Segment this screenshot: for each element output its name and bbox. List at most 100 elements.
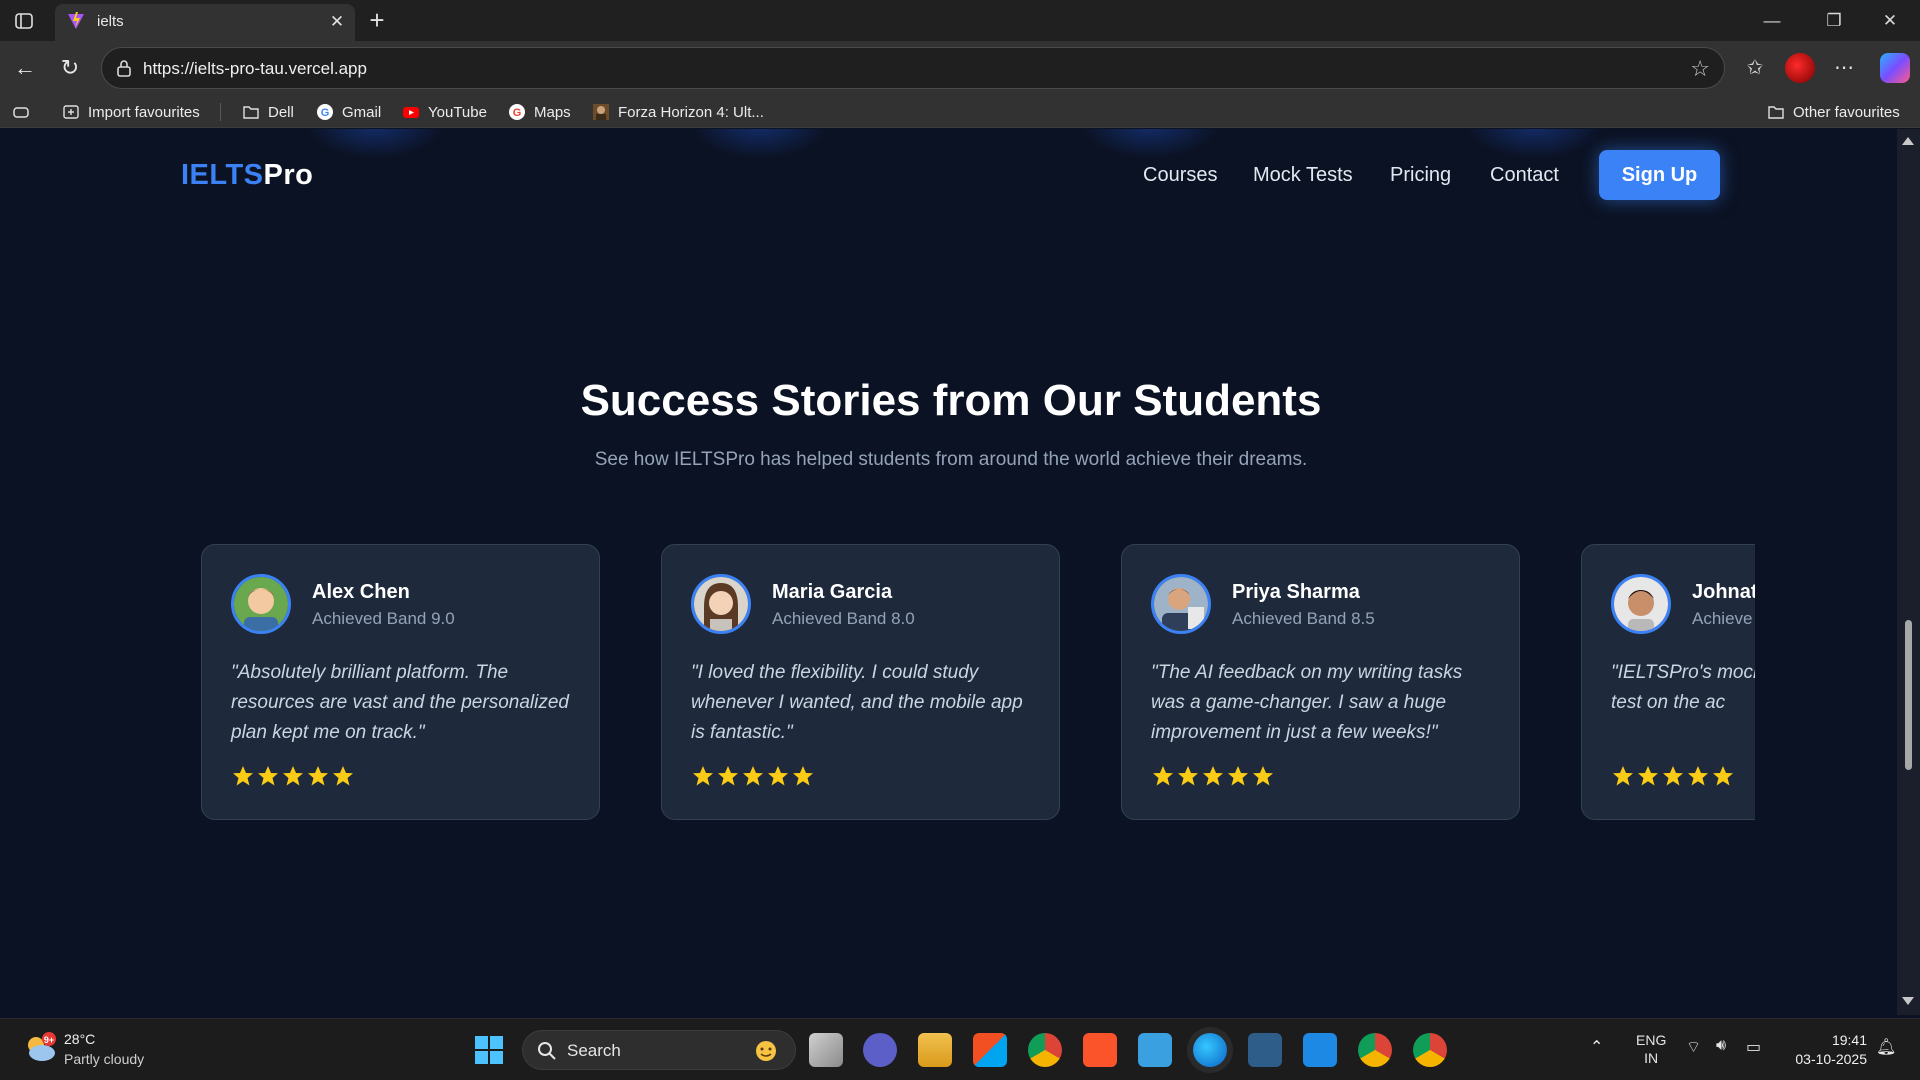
- chrome-icon[interactable]: [1028, 1033, 1062, 1067]
- file-explorer-icon[interactable]: [918, 1033, 952, 1067]
- sun-icon: [756, 1041, 776, 1061]
- nav-courses[interactable]: Courses: [1143, 164, 1217, 187]
- show-hidden-icons-icon[interactable]: ⌃: [1590, 1037, 1603, 1057]
- site-info-icon[interactable]: [114, 58, 134, 78]
- bookmark-label: Forza Horizon 4: Ult...: [618, 103, 764, 121]
- bookmark-maps[interactable]: G Maps: [508, 100, 571, 124]
- star-rating: [691, 764, 815, 788]
- tab-actions-icon[interactable]: [11, 9, 37, 33]
- close-tab-icon[interactable]: ✕: [325, 10, 349, 34]
- star-icon: [1663, 766, 1683, 786]
- star-icon: [1638, 766, 1658, 786]
- back-icon[interactable]: ←: [10, 53, 40, 83]
- bookmark-gmail[interactable]: G Gmail: [316, 100, 381, 124]
- star-icon: [743, 766, 763, 786]
- microsoft-store-icon[interactable]: [973, 1033, 1007, 1067]
- star-icon: [1688, 766, 1708, 786]
- section-title: Success Stories from Our Students: [580, 376, 1322, 425]
- chrome-profile-icon[interactable]: [1413, 1033, 1447, 1067]
- close-window-icon[interactable]: ✕: [1874, 8, 1906, 34]
- notification-badge: 9+: [44, 1035, 54, 1045]
- app-icon[interactable]: [1248, 1033, 1282, 1067]
- notepad-icon[interactable]: [1138, 1033, 1172, 1067]
- notifications-icon[interactable]: 🔔︎: [1876, 1037, 1896, 1057]
- star-icon: [793, 766, 813, 786]
- meet-icon[interactable]: [863, 1033, 897, 1067]
- bookmarks-bar: Import favourites Dell G Gmail YouTube G…: [0, 95, 1920, 128]
- favourite-star-icon[interactable]: ☆: [1690, 56, 1710, 82]
- nav-contact[interactable]: Contact: [1490, 164, 1559, 187]
- avatar: [1151, 574, 1211, 634]
- site-logo[interactable]: IELTSPro: [181, 159, 313, 192]
- page-viewport: IELTSPro Courses Mock Tests Pricing Cont…: [5, 129, 1897, 1015]
- tab-title: ielts: [97, 13, 124, 30]
- page-scrollbar[interactable]: [1897, 129, 1920, 1015]
- bookmark-dell[interactable]: Dell: [242, 100, 294, 124]
- star-icon: [233, 766, 253, 786]
- testimonial-quote: "I loved the flexibility. I could study …: [691, 662, 1023, 743]
- avatar: [1611, 574, 1671, 634]
- edge-icon[interactable]: [1193, 1033, 1227, 1067]
- sign-up-button[interactable]: Sign Up: [1599, 150, 1720, 200]
- star-icon: [333, 766, 353, 786]
- browser-toolbar: ← ↻ https://ielts-pro-tau.vercel.app ☆ ✩…: [0, 41, 1920, 95]
- browser-tab[interactable]: ielts ✕: [55, 4, 355, 41]
- bookmark-forza[interactable]: Forza Horizon 4: Ult...: [592, 100, 764, 124]
- testimonial-carousel: Alex Chen Achieved Band 9.0 "Absolutely …: [195, 542, 1755, 842]
- import-icon: [63, 105, 79, 119]
- more-icon[interactable]: ⋯: [1829, 53, 1859, 83]
- testimonial-card: Maria Garcia Achieved Band 8.0 "I loved …: [661, 544, 1060, 820]
- new-tab-icon[interactable]: +: [363, 7, 391, 34]
- star-rating: [1151, 764, 1275, 788]
- star-icon: [1203, 766, 1223, 786]
- restore-icon[interactable]: ❐: [1818, 8, 1850, 34]
- weather-icon[interactable]: 9+: [22, 1031, 58, 1067]
- bookmark-import-favourites[interactable]: Import favourites: [62, 100, 200, 124]
- section-subtitle: See how IELTSPro has helped students fro…: [594, 449, 1308, 470]
- favourites-icon[interactable]: ✩: [1740, 53, 1770, 83]
- profile-avatar[interactable]: [1785, 53, 1815, 83]
- brave-icon[interactable]: [1083, 1033, 1117, 1067]
- bookmark-label: Maps: [534, 103, 571, 121]
- logo-text-ielts: IELTS: [181, 159, 264, 191]
- weather-temperature: 28°C: [64, 1031, 96, 1047]
- bookmark-youtube[interactable]: YouTube: [402, 100, 487, 124]
- volume-icon[interactable]: 🔊︎: [1716, 1037, 1726, 1055]
- bookmark-label: Import favourites: [88, 103, 200, 121]
- task-view-icon[interactable]: [809, 1033, 843, 1067]
- vscode-icon[interactable]: [1303, 1033, 1337, 1067]
- address-bar[interactable]: https://ielts-pro-tau.vercel.app ☆: [101, 47, 1725, 89]
- student-band: Achieved Band 8.5: [1232, 609, 1375, 628]
- chrome-profile-icon[interactable]: [1358, 1033, 1392, 1067]
- scrollbar-thumb[interactable]: [1905, 620, 1912, 770]
- testimonial-quote: "IELTSPro's mock realistic. It felt lik …: [1611, 662, 1755, 713]
- input-language[interactable]: ENG IN: [1636, 1031, 1666, 1067]
- nav-pricing[interactable]: Pricing: [1390, 164, 1451, 187]
- nav-mock-tests[interactable]: Mock Tests: [1253, 164, 1353, 187]
- start-icon[interactable]: [472, 1033, 506, 1067]
- copilot-icon[interactable]: [1880, 53, 1910, 83]
- clock[interactable]: 19:41 03-10-2025: [1787, 1031, 1867, 1069]
- star-icon: [1228, 766, 1248, 786]
- youtube-icon: [403, 107, 419, 118]
- folder-icon: [1768, 106, 1784, 119]
- reading-view-icon[interactable]: [12, 100, 38, 124]
- svg-text:G: G: [321, 107, 330, 119]
- star-icon: [718, 766, 738, 786]
- battery-icon[interactable]: ▭: [1746, 1037, 1761, 1057]
- bookmark-other-favourites[interactable]: Other favourites: [1767, 100, 1900, 124]
- star-icon: [1153, 766, 1173, 786]
- star-rating: [231, 764, 355, 788]
- refresh-icon[interactable]: ↻: [55, 53, 85, 83]
- star-icon: [693, 766, 713, 786]
- windows-taskbar: 9+ 28°C Partly cloudy Search ⌃ ENG IN ⌔ …: [0, 1018, 1920, 1080]
- student-band: Achieved Band 8.0: [772, 609, 915, 628]
- scroll-up-icon[interactable]: [1902, 137, 1914, 145]
- star-icon: [1253, 766, 1273, 786]
- minimize-icon[interactable]: —: [1756, 8, 1788, 34]
- wifi-icon[interactable]: ⌔: [1686, 1037, 1701, 1057]
- taskbar-search[interactable]: Search: [522, 1030, 796, 1070]
- student-name: Alex Chen: [312, 581, 410, 603]
- folder-icon: [243, 106, 259, 119]
- scroll-down-icon[interactable]: [1902, 997, 1914, 1005]
